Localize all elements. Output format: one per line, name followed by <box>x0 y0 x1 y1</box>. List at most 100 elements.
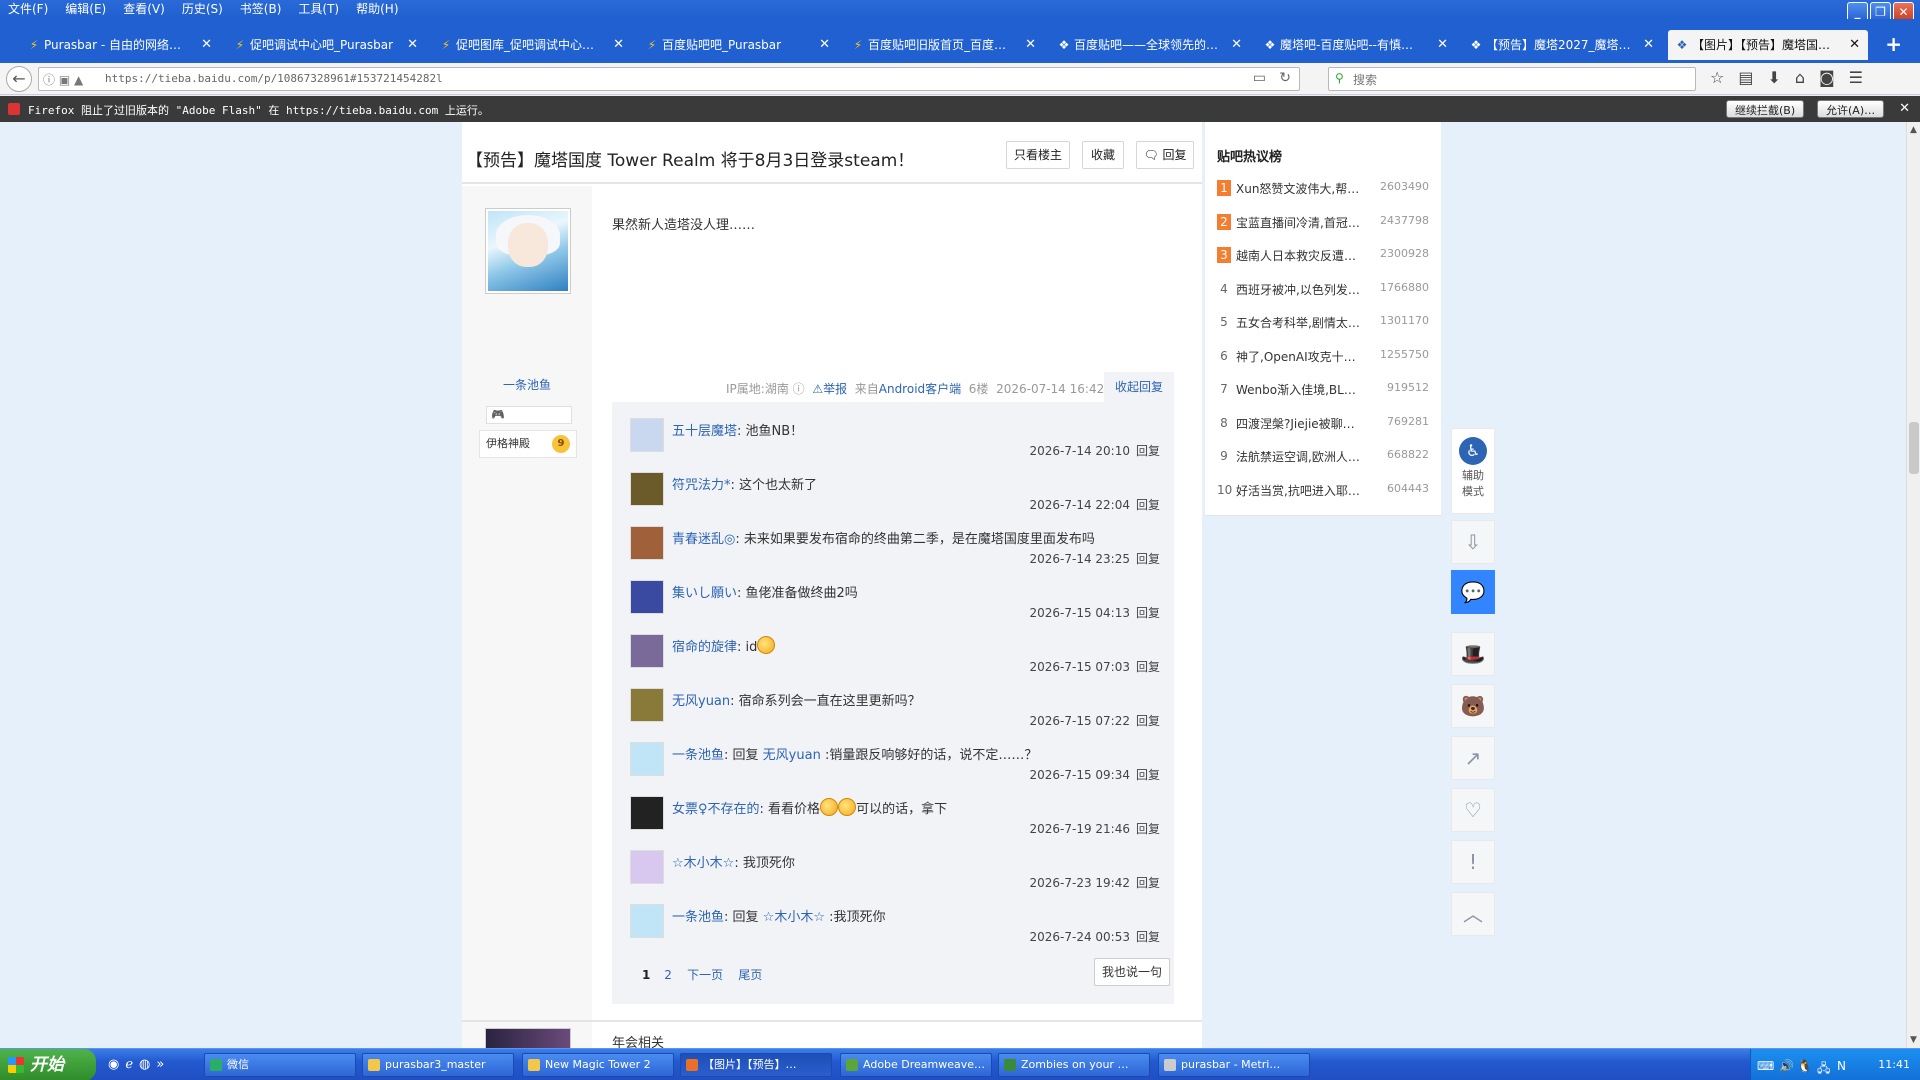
help-icon[interactable]: ⓘ <box>793 382 805 396</box>
close-tab-icon[interactable]: ✕ <box>201 30 212 60</box>
tab-2[interactable]: ⚡ 促吧调试中心吧_Purasbar ✕ <box>226 30 426 60</box>
avatar[interactable] <box>630 472 664 506</box>
back-button[interactable]: ← <box>6 66 32 92</box>
taskbar-task[interactable]: 微信 <box>204 1053 356 1077</box>
share-button[interactable]: ↗ <box>1451 736 1495 780</box>
reply-user-link[interactable]: 符咒法力* <box>672 478 731 493</box>
tab-4[interactable]: ⚡ 百度贴吧吧_Purasbar ✕ <box>638 30 838 60</box>
menu-edit[interactable]: 编辑(E) <box>57 0 115 18</box>
menu-view[interactable]: 查看(V) <box>115 0 174 18</box>
avatar[interactable] <box>630 850 664 884</box>
reply-button[interactable]: 🗨 回复 <box>1136 141 1194 169</box>
ie-icon[interactable]: ℯ <box>125 1057 133 1072</box>
home-icon[interactable]: ⌂ <box>1795 68 1805 87</box>
close-tab-icon[interactable]: ✕ <box>407 30 418 60</box>
hot-topic-item[interactable]: 3 越南人日本救灾反遭… 2300928 <box>1217 244 1429 266</box>
client-link[interactable]: Android客户端 <box>879 382 961 396</box>
mention-link[interactable]: ☆木小木☆ <box>763 910 825 925</box>
reply-link[interactable]: 回复 <box>1136 444 1160 458</box>
tab-1[interactable]: ⚡ Purasbar - 自由的网络… ✕ <box>20 30 220 60</box>
tab-7[interactable]: ❖ 魔塔吧-百度贴吧--有慎… ✕ <box>1256 30 1456 60</box>
avatar[interactable] <box>630 904 664 938</box>
reply-user-link[interactable]: 宿命的旋律 <box>672 640 737 655</box>
download-app-button[interactable]: ⇩ <box>1451 520 1495 564</box>
avatar[interactable] <box>630 742 664 776</box>
reply-link[interactable]: 回复 <box>1136 876 1160 890</box>
collapse-replies-button[interactable]: 收起回复 <box>1104 372 1174 402</box>
reply-link[interactable]: 回复 <box>1136 552 1160 566</box>
reply-link[interactable]: 回复 <box>1136 498 1160 512</box>
last-page-link[interactable]: 尾页 <box>738 968 762 982</box>
hot-topic-item[interactable]: 9 法航禁运空调,欧洲人… 668822 <box>1217 445 1429 467</box>
hot-topic-item[interactable]: 4 西班牙被冲,以色列发… 1766880 <box>1217 278 1429 300</box>
avatar[interactable] <box>630 418 664 452</box>
avatar[interactable] <box>630 796 664 830</box>
say-something-button[interactable]: 我也说一句 <box>1094 958 1170 986</box>
show-desktop-icon[interactable]: ◉ <box>108 1057 119 1072</box>
scroll-thumb[interactable] <box>1909 422 1919 474</box>
tab-8[interactable]: ❖ 【预告】魔塔2027_魔塔… ✕ <box>1462 30 1662 60</box>
avatar[interactable] <box>630 580 664 614</box>
reply-link[interactable]: 回复 <box>1136 822 1160 836</box>
avatar[interactable] <box>630 634 664 668</box>
taskbar-task[interactable]: purasbar3_master <box>362 1053 514 1077</box>
network-icon[interactable]: 🖧 <box>1817 1059 1830 1080</box>
avatar[interactable] <box>630 688 664 722</box>
onenote-icon[interactable]: N <box>1837 1059 1846 1073</box>
reply-user-link[interactable]: 一条池鱼 <box>672 748 724 763</box>
close-tab-icon[interactable]: ✕ <box>1437 30 1448 60</box>
continue-blocking-button[interactable]: 继续拦截(B) <box>1726 100 1805 118</box>
author-name[interactable]: 一条池鱼 <box>462 376 592 393</box>
url-bar[interactable]: ⓘ ▣ ▲ https://tieba.baidu.com/p/10867328… <box>38 67 1300 91</box>
hot-topic-item[interactable]: 7 Wenbo渐入佳境,BL… 919512 <box>1217 378 1429 400</box>
taskbar-task[interactable]: Adobe Dreamweave… <box>840 1053 992 1077</box>
avatar[interactable] <box>630 526 664 560</box>
reply-link[interactable]: 回复 <box>1136 930 1160 944</box>
collect-button[interactable]: 收藏 <box>1082 141 1124 169</box>
avatar[interactable] <box>485 1028 571 1048</box>
search-input[interactable]: ⚲ 搜索 <box>1328 67 1696 91</box>
mention-link[interactable]: 无风yuan <box>763 748 821 763</box>
menu-bookmarks[interactable]: 书签(B) <box>232 0 291 18</box>
tab-5[interactable]: ⚡ 百度贴吧旧版首页_百度… ✕ <box>844 30 1044 60</box>
scroll-up-icon[interactable]: ▲ <box>1910 125 1917 135</box>
taskbar-task[interactable]: New Magic Tower 2 <box>522 1053 674 1077</box>
bookmark-star-icon[interactable]: ☆ <box>1710 68 1724 87</box>
scroll-down-icon[interactable]: ▼ <box>1910 1035 1917 1045</box>
taskbar-task[interactable]: purasbar - Metri… <box>1158 1053 1310 1077</box>
menu-file[interactable]: 文件(F) <box>0 0 57 18</box>
reply-link[interactable]: 回复 <box>1136 714 1160 728</box>
close-tab-icon[interactable]: ✕ <box>1231 30 1242 60</box>
message-button[interactable]: 💬 <box>1451 570 1495 614</box>
close-tab-icon[interactable]: ✕ <box>613 30 624 60</box>
report-link[interactable]: ⚠举报 <box>812 382 847 396</box>
tieba-mascot-button[interactable]: 🐻 <box>1451 684 1495 728</box>
tab-6[interactable]: ❖ 百度贴吧——全球领先的… ✕ <box>1050 30 1250 60</box>
browser-icon[interactable]: ◍ <box>139 1057 150 1072</box>
feedback-button[interactable]: ! <box>1451 840 1495 884</box>
close-tab-icon[interactable]: ✕ <box>819 30 830 60</box>
taskbar-task[interactable]: Zombies on your … <box>998 1053 1150 1077</box>
qq-icon[interactable]: 🐧 <box>1797 1059 1812 1073</box>
menu-history[interactable]: 历史(S) <box>174 0 232 18</box>
back-to-top-button[interactable]: ︿ <box>1451 892 1495 936</box>
reply-link[interactable]: 回复 <box>1136 660 1160 674</box>
next-page-link[interactable]: 下一页 <box>687 968 723 982</box>
expand-icon[interactable]: » <box>156 1057 164 1072</box>
taskbar-task[interactable]: 【图片】【预告】… <box>680 1053 832 1077</box>
reply-user-link[interactable]: 女票♀不存在的 <box>672 802 760 817</box>
allow-flash-button[interactable]: 允许(A)… <box>1817 100 1885 118</box>
tab-3[interactable]: ⚡ 促吧图库_促吧调试中心… ✕ <box>432 30 632 60</box>
hot-topic-item[interactable]: 1 Xun怒赞文波伟大,帮… 2603490 <box>1217 177 1429 199</box>
close-tab-icon[interactable]: ✕ <box>1025 30 1036 60</box>
avatar[interactable] <box>485 208 571 294</box>
hot-topic-item[interactable]: 2 宝蓝直播间冷清,首冠… 2437798 <box>1217 211 1429 233</box>
reply-user-link[interactable]: 无风yuan <box>672 694 730 709</box>
reply-link[interactable]: 回复 <box>1136 768 1160 782</box>
vertical-scrollbar[interactable]: ▲ ▼ <box>1906 122 1920 1048</box>
tieba-game-button[interactable]: 🎩 <box>1451 632 1495 676</box>
menu-tools[interactable]: 工具(T) <box>290 0 348 18</box>
menu-help[interactable]: 帮助(H) <box>348 0 407 18</box>
hot-topic-item[interactable]: 8 四渡涅槃?Jiejie被聊… 769281 <box>1217 412 1429 434</box>
hamburger-menu-icon[interactable]: ☰ <box>1849 68 1863 87</box>
